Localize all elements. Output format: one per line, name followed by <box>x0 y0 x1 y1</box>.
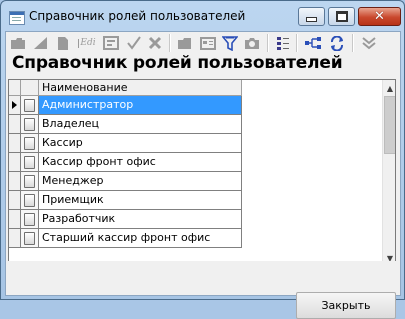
refresh-icon[interactable] <box>328 35 346 51</box>
row-indicator[interactable] <box>9 172 21 191</box>
close-button[interactable]: Закрыть <box>296 292 396 319</box>
vertical-scrollbar[interactable]: ▲ ▼ <box>382 80 395 266</box>
table-row[interactable]: Кассир фронт офис <box>9 153 242 172</box>
header-indicator-cell <box>9 80 21 96</box>
role-name-cell[interactable]: Старший кассир фронт офис <box>39 229 242 248</box>
client-area: Edi Справочник ролей пользователей Наиме… <box>5 31 401 319</box>
folder-icon[interactable] <box>9 35 27 51</box>
tree-icon[interactable] <box>304 35 322 51</box>
filter-icon[interactable] <box>221 35 239 51</box>
camera-icon[interactable] <box>243 35 261 51</box>
minimize-button[interactable] <box>298 7 325 26</box>
table-row[interactable]: Приемщик <box>9 191 242 210</box>
toolbar-separator <box>352 34 354 52</box>
table-row[interactable]: Разработчик <box>9 210 242 229</box>
triangle-icon[interactable] <box>32 35 50 51</box>
row-checkbox-cell[interactable] <box>21 153 39 172</box>
checkmark-icon[interactable] <box>125 35 143 51</box>
table-row[interactable]: Кассир <box>9 134 242 153</box>
maximize-icon <box>335 11 348 22</box>
role-name-cell[interactable]: Разработчик <box>39 210 242 229</box>
row-indicator[interactable] <box>9 191 21 210</box>
row-checkbox-cell[interactable] <box>21 229 39 248</box>
app-window-icon <box>9 11 25 25</box>
current-row-arrow-icon <box>12 101 17 109</box>
row-indicator[interactable] <box>9 210 21 229</box>
table-header: Наименование <box>9 80 382 96</box>
row-indicator[interactable] <box>9 153 21 172</box>
row-indicator[interactable] <box>9 229 21 248</box>
toolbar-separator <box>296 34 298 52</box>
row-checkbox-cell[interactable] <box>21 191 39 210</box>
row-indicator[interactable] <box>9 96 21 115</box>
card-icon[interactable] <box>199 35 217 51</box>
page-title: Справочник ролей пользователей <box>12 53 343 73</box>
role-name-cell[interactable]: Владелец <box>39 115 242 134</box>
role-name-cell[interactable]: Приемщик <box>39 191 242 210</box>
checkbox-icon[interactable] <box>24 137 35 150</box>
scroll-up-icon[interactable]: ▲ <box>383 80 395 96</box>
role-name-cell[interactable]: Кассир фронт офис <box>39 153 242 172</box>
delete-icon[interactable] <box>146 35 164 51</box>
table-row[interactable]: Старший кассир фронт офис <box>9 229 242 248</box>
checkbox-icon[interactable] <box>24 118 35 131</box>
close-window-button[interactable]: ✕ <box>358 7 401 26</box>
footer-panel: Закрыть <box>6 261 400 319</box>
row-checkbox-cell[interactable] <box>21 96 39 115</box>
checkbox-icon[interactable] <box>24 194 35 207</box>
form-edit-icon[interactable] <box>102 35 120 51</box>
role-name-cell[interactable]: Менеджер <box>39 172 242 191</box>
window-title: Справочник ролей пользователей <box>29 9 246 23</box>
checkbox-icon[interactable] <box>24 99 35 112</box>
minimize-icon <box>306 17 317 22</box>
table-row[interactable]: Владелец <box>9 115 242 134</box>
roles-table[interactable]: Наименование Администратор Владелец Кассир… <box>8 79 396 267</box>
toolbar-separator <box>267 34 269 52</box>
close-icon: ✕ <box>374 9 385 24</box>
toolbar: Edi <box>6 32 400 54</box>
edit-icon[interactable]: Edi <box>76 35 98 51</box>
role-name-cell[interactable]: Кассир <box>39 134 242 153</box>
row-indicator[interactable] <box>9 115 21 134</box>
column-header-name[interactable]: Наименование <box>39 80 242 96</box>
row-checkbox-cell[interactable] <box>21 115 39 134</box>
row-checkbox-cell[interactable] <box>21 172 39 191</box>
role-name-cell[interactable]: Администратор <box>39 96 242 115</box>
table-row[interactable]: Менеджер <box>9 172 242 191</box>
title-bar[interactable]: Справочник ролей пользователей ✕ <box>1 1 404 31</box>
column-settings-icon[interactable] <box>274 35 292 51</box>
row-checkbox-cell[interactable] <box>21 134 39 153</box>
checkbox-icon[interactable] <box>24 156 35 169</box>
checkbox-icon[interactable] <box>24 175 35 188</box>
open-folder-icon[interactable] <box>176 35 194 51</box>
toolbar-separator <box>169 34 171 52</box>
maximize-button[interactable] <box>328 7 355 26</box>
checkbox-icon[interactable] <box>24 232 35 245</box>
main-window: Справочник ролей пользователей ✕ Edi Спр… <box>0 0 405 319</box>
collapse-icon[interactable] <box>360 35 378 51</box>
document-icon[interactable] <box>54 35 72 51</box>
row-checkbox-cell[interactable] <box>21 210 39 229</box>
scrollbar-thumb[interactable] <box>384 96 395 154</box>
row-indicator[interactable] <box>9 134 21 153</box>
table-row[interactable]: Администратор <box>9 96 242 115</box>
checkbox-icon[interactable] <box>24 213 35 226</box>
header-checkbox-cell <box>21 80 39 96</box>
